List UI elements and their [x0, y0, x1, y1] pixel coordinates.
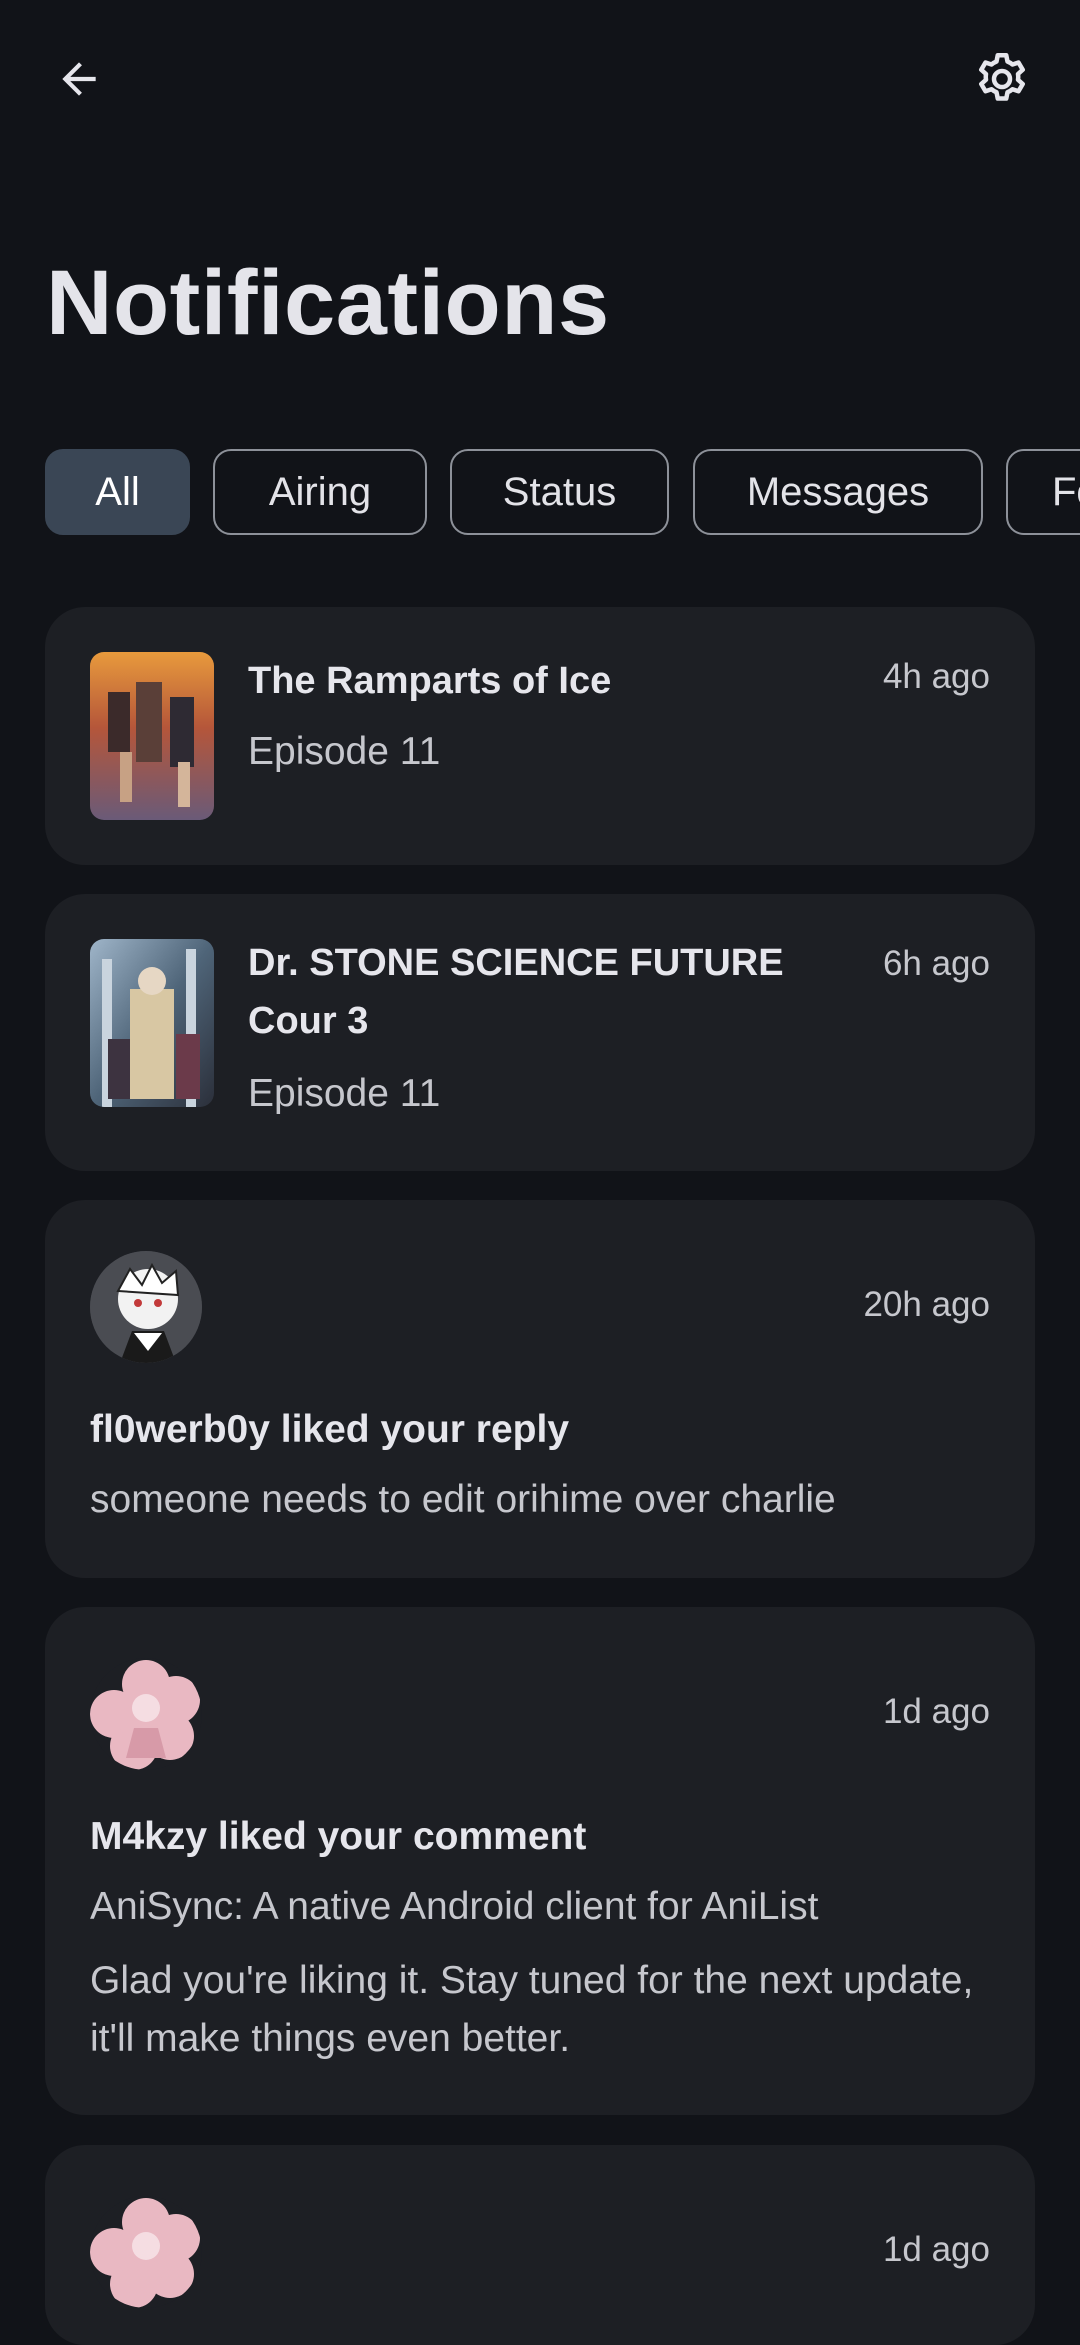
user-avatar[interactable]	[90, 2196, 202, 2308]
notification-card[interactable]: 1d ago	[45, 2145, 1035, 2345]
notification-card[interactable]: The Ramparts of Ice Episode 11 4h ago	[45, 607, 1035, 865]
notification-card[interactable]: Dr. STONE SCIENCE FUTURE Cour 3 Episode …	[45, 894, 1035, 1171]
anime-cover-image	[90, 939, 214, 1107]
user-avatar[interactable]	[90, 1658, 202, 1770]
notification-card[interactable]: 20h ago fl0werb0y liked your reply someo…	[45, 1200, 1035, 1578]
anime-title: The Ramparts of Ice	[248, 660, 612, 702]
comment-text: Glad you're liking it. Stay tuned for th…	[90, 1959, 974, 2060]
timestamp: 1d ago	[882, 1692, 990, 1731]
thread-title: AniSync: A native Android client for Ani…	[90, 1885, 819, 1928]
chip-status[interactable]: Status	[450, 449, 669, 535]
anime-cover-image	[90, 652, 214, 820]
episode-label: Episode 11	[248, 730, 441, 773]
chip-following[interactable]: Fo	[1006, 449, 1080, 535]
top-app-bar	[0, 0, 1080, 160]
notification-card[interactable]: 1d ago M4kzy liked your comment AniSync:…	[45, 1607, 1035, 2115]
activity-title: M4kzy liked your comment	[90, 1815, 587, 1858]
user-avatar[interactable]	[90, 1251, 202, 1363]
timestamp: 20h ago	[863, 1285, 990, 1324]
chip-all[interactable]: All	[45, 449, 190, 535]
arrow-left-icon	[62, 62, 96, 96]
activity-text: someone needs to edit orihime over charl…	[90, 1478, 836, 1521]
page-title: Notifications	[46, 252, 610, 354]
timestamp: 6h ago	[882, 944, 990, 983]
settings-button[interactable]	[954, 31, 1050, 127]
chip-airing[interactable]: Airing	[213, 449, 427, 535]
anime-title: Dr. STONE SCIENCE FUTURE Cour 3	[248, 942, 784, 1042]
filter-chips: All Airing Status Messages Fo	[45, 449, 1080, 539]
activity-title: fl0werb0y liked your reply	[90, 1408, 570, 1451]
chip-messages[interactable]: Messages	[693, 449, 983, 535]
gear-icon	[979, 53, 1025, 101]
back-button[interactable]	[31, 31, 127, 127]
timestamp: 1d ago	[882, 2230, 990, 2269]
timestamp: 4h ago	[882, 657, 990, 696]
episode-label: Episode 11	[248, 1072, 441, 1115]
